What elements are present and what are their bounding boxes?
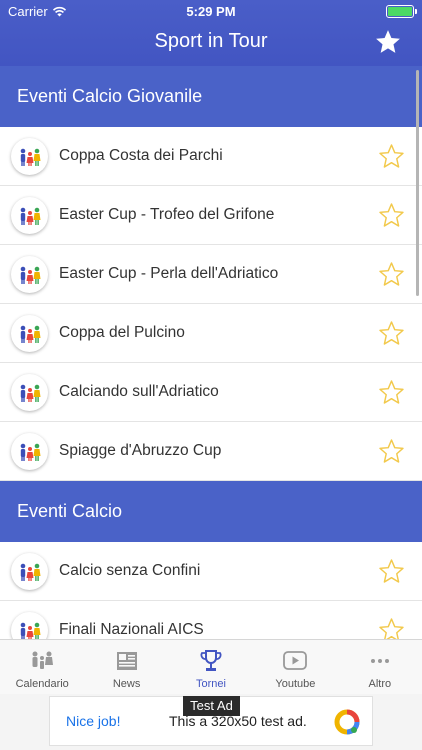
scrollbar[interactable] bbox=[416, 70, 419, 296]
nav-header: Carrier 5:29 PM Sport in Tour bbox=[0, 0, 422, 66]
event-list-item[interactable]: Easter Cup - Perla dell'Adriatico bbox=[0, 245, 422, 304]
tab-youtube[interactable]: Youtube bbox=[253, 640, 337, 694]
family-icon bbox=[32, 651, 54, 669]
tab-label: Youtube bbox=[275, 678, 316, 690]
event-title: Calcio senza Confini bbox=[59, 562, 201, 579]
event-list-item[interactable]: Coppa Costa dei Parchi bbox=[0, 127, 422, 186]
status-time: 5:29 PM bbox=[186, 4, 236, 19]
event-logo-icon bbox=[11, 315, 48, 352]
tab-label: Calendario bbox=[15, 678, 69, 690]
favorites-star-icon[interactable] bbox=[374, 28, 402, 56]
newspaper-icon bbox=[116, 652, 137, 670]
favorite-star-icon[interactable] bbox=[378, 379, 405, 406]
event-logo-icon bbox=[11, 197, 48, 234]
event-title: Easter Cup - Perla dell'Adriatico bbox=[59, 265, 279, 282]
event-logo-icon bbox=[11, 553, 48, 590]
tab-tornei[interactable]: Tornei bbox=[169, 640, 253, 694]
tab-altro[interactable]: Altro bbox=[338, 640, 422, 694]
event-title: Calciando sull'Adriatico bbox=[59, 383, 219, 400]
tab-bar: Calendario News Tornei Youtube Altro bbox=[0, 639, 422, 694]
tab-news[interactable]: News bbox=[84, 640, 168, 694]
tab-label: News bbox=[112, 678, 141, 690]
more-icon bbox=[370, 659, 389, 663]
favorite-star-icon[interactable] bbox=[378, 261, 405, 288]
tab-label: Altro bbox=[368, 678, 392, 690]
favorite-star-icon[interactable] bbox=[378, 438, 405, 465]
favorite-star-icon[interactable] bbox=[378, 617, 405, 639]
event-list-item[interactable]: Coppa del Pulcino bbox=[0, 304, 422, 363]
event-title: Coppa Costa dei Parchi bbox=[59, 147, 223, 164]
ad-nice-label: Nice job! bbox=[66, 713, 121, 729]
status-bar: Carrier 5:29 PM bbox=[0, 0, 422, 22]
event-logo-icon bbox=[11, 256, 48, 293]
event-title: Finali Nazionali AICS bbox=[59, 621, 204, 638]
event-list-item[interactable]: Finali Nazionali AICS bbox=[0, 601, 422, 639]
event-title: Easter Cup - Trofeo del Grifone bbox=[59, 206, 275, 223]
event-logo-icon bbox=[11, 374, 48, 411]
event-logo-icon bbox=[11, 138, 48, 175]
event-title: Coppa del Pulcino bbox=[59, 324, 185, 341]
favorite-star-icon[interactable] bbox=[378, 143, 405, 170]
test-ad-tooltip: Test Ad bbox=[183, 696, 240, 716]
event-list-item[interactable]: Calciando sull'Adriatico bbox=[0, 363, 422, 422]
event-list-item[interactable]: Calcio senza Confini bbox=[0, 542, 422, 601]
tab-label: Tornei bbox=[196, 678, 226, 690]
event-title: Spiagge d'Abruzzo Cup bbox=[59, 442, 222, 459]
event-list-item[interactable]: Easter Cup - Trofeo del Grifone bbox=[0, 186, 422, 245]
section-header: Eventi Calcio Giovanile bbox=[0, 66, 422, 127]
favorite-star-icon[interactable] bbox=[378, 202, 405, 229]
battery-icon bbox=[386, 5, 417, 18]
event-list-item[interactable]: Spiagge d'Abruzzo Cup bbox=[0, 422, 422, 481]
event-list[interactable]: Eventi Calcio Giovanile Coppa Costa dei P… bbox=[0, 66, 422, 639]
page-title: Sport in Tour bbox=[154, 30, 268, 52]
event-logo-icon bbox=[11, 433, 48, 470]
trophy-icon bbox=[200, 650, 222, 671]
favorite-star-icon[interactable] bbox=[378, 558, 405, 585]
event-logo-icon bbox=[11, 612, 48, 639]
section-header: Eventi Calcio bbox=[0, 481, 422, 542]
tab-calendario[interactable]: Calendario bbox=[0, 640, 84, 694]
ad-logo-icon bbox=[334, 709, 360, 735]
app-screen: Carrier 5:29 PM Sport in Tour Eventi Cal… bbox=[0, 0, 422, 750]
favorite-star-icon[interactable] bbox=[378, 320, 405, 347]
play-icon bbox=[283, 651, 308, 670]
